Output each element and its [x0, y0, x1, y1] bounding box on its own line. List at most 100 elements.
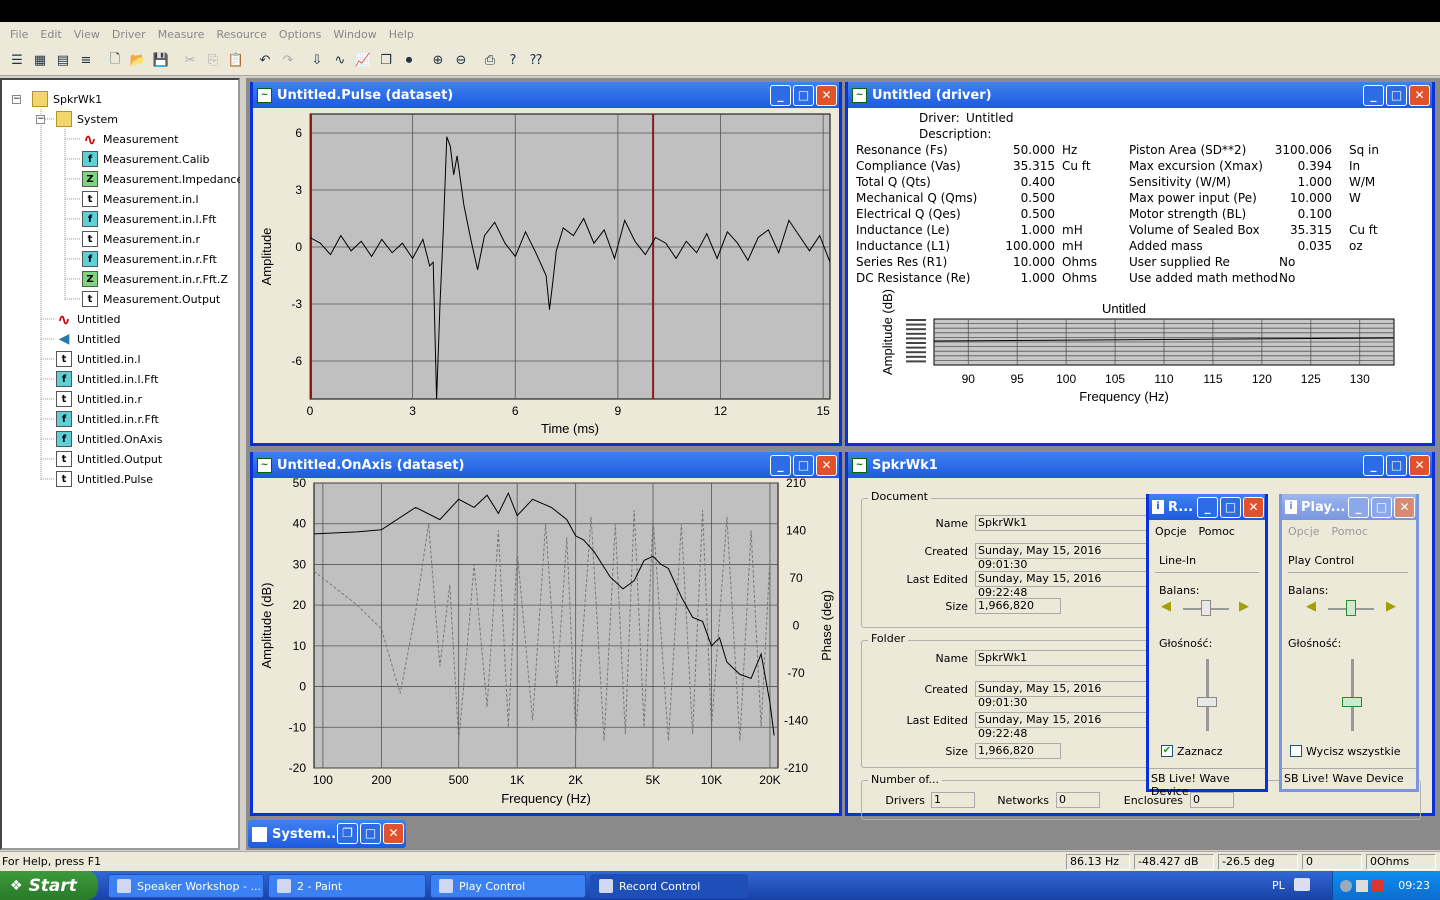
- undo-icon[interactable]: ↶: [254, 50, 276, 72]
- tree-item[interactable]: t Measurement.in.r: [82, 230, 200, 248]
- maximize-button[interactable]: □: [793, 85, 814, 106]
- play-control-titlebar[interactable]: i Play... _ □ ✕: [1282, 494, 1416, 520]
- menu-options[interactable]: Options: [273, 28, 327, 41]
- tree-item[interactable]: t Measurement.in.l: [82, 190, 199, 208]
- tree-view-icon[interactable]: ☰: [6, 50, 28, 72]
- tray-network-icon[interactable]: [1356, 879, 1369, 892]
- onaxis-chart[interactable]: 100 200 500 1K 2K 5K 10K 20K50403020100-10-2021…: [253, 476, 839, 813]
- doc-modified-field[interactable]: Sunday, May 15, 2016 09:22:48: [975, 571, 1155, 599]
- record-icon[interactable]: ⏺: [398, 50, 420, 72]
- play-control-window[interactable]: i Play... _ □ ✕ Opcje Pomoc Play Control…: [1279, 494, 1419, 792]
- zoom-in-icon[interactable]: ⊕: [427, 50, 449, 72]
- tree-item[interactable]: f Untitled.OnAxis: [56, 430, 162, 448]
- maximize-button[interactable]: □: [1220, 497, 1241, 518]
- list-view-icon[interactable]: ≡: [75, 50, 97, 72]
- menu-opcje[interactable]: Opcje: [1155, 525, 1187, 538]
- tree-item[interactable]: f Measurement.in.r.Fft: [82, 250, 217, 268]
- multi-window-icon[interactable]: ❐: [375, 50, 397, 72]
- minimize-button[interactable]: _: [1363, 85, 1384, 106]
- doc-name-field[interactable]: SpkrWk1: [975, 515, 1155, 531]
- tray-app-icon[interactable]: [1340, 879, 1353, 892]
- tree-item[interactable]: t Untitled.Output: [56, 450, 162, 468]
- minimize-button[interactable]: _: [1197, 497, 1218, 518]
- task-record-control[interactable]: Record Control: [590, 874, 748, 898]
- paste-icon[interactable]: 📋: [225, 50, 247, 72]
- keyboard-icon[interactable]: [1294, 878, 1310, 891]
- tree-item[interactable]: Z Measurement.Impedance: [82, 170, 243, 188]
- tree-item[interactable]: Z Measurement.in.r.Fft.Z: [82, 270, 228, 288]
- zoom-out-icon[interactable]: ⊖: [450, 50, 472, 72]
- driver-window[interactable]: ~ Untitled (driver) _ □ ✕ Driver: Untitl…: [845, 82, 1435, 446]
- volume-slider[interactable]: [1197, 697, 1217, 708]
- doc-created-field[interactable]: Sunday, May 15, 2016 09:01:30: [975, 543, 1155, 571]
- tree-item[interactable]: f Untitled.in.r.Fft: [56, 410, 159, 428]
- redo-icon[interactable]: ↷: [277, 50, 299, 72]
- minimized-system-window[interactable]: System... ❐ □ ✕: [248, 820, 406, 848]
- start-button[interactable]: ❖ Start: [0, 871, 98, 900]
- record-control-titlebar[interactable]: i R... _ □ ✕: [1149, 494, 1265, 520]
- open-folder-icon[interactable]: 📂: [127, 50, 149, 72]
- driver-window-titlebar[interactable]: ~ Untitled (driver) _ □ ✕: [848, 82, 1432, 108]
- cut-icon[interactable]: ✂: [179, 50, 201, 72]
- tree-item[interactable]: ∿ Untitled: [56, 310, 120, 329]
- maximize-button[interactable]: □: [1386, 455, 1407, 476]
- minimize-button[interactable]: _: [770, 455, 791, 476]
- menu-window[interactable]: Window: [327, 28, 382, 41]
- minimize-button[interactable]: _: [1363, 455, 1384, 476]
- pulse-window-titlebar[interactable]: ~ Untitled.Pulse (dataset) _ □ ✕: [253, 82, 839, 108]
- document-tree[interactable]: − SpkrWk1− System ∿ Measurement f Measurement.…: [0, 78, 243, 850]
- import-icon[interactable]: ⇩: [306, 50, 328, 72]
- pulse-chart[interactable]: 0 3 6 9 12 15 6 3 0 -3 -6 Time (ms) Amplitude: [253, 108, 839, 443]
- tree-splitter[interactable]: [240, 78, 246, 850]
- task-speaker-workshop[interactable]: Speaker Workshop - ...: [108, 874, 264, 898]
- enclosures-field[interactable]: 0: [1190, 792, 1234, 808]
- root-expander[interactable]: −: [12, 95, 21, 104]
- table-view-icon[interactable]: ▤: [52, 50, 74, 72]
- tree-root-spkrwk1[interactable]: SpkrWk1: [32, 90, 102, 108]
- maximize-button[interactable]: □: [793, 455, 814, 476]
- save-icon[interactable]: 💾: [150, 50, 172, 72]
- tree-item[interactable]: f Untitled.in.l.Fft: [56, 370, 158, 388]
- menu-pomoc[interactable]: Pomoc: [1332, 525, 1368, 538]
- minimize-button[interactable]: _: [1348, 497, 1369, 518]
- properties-window-titlebar[interactable]: ~ SpkrWk1 _ □ ✕: [848, 452, 1432, 478]
- menu-resource[interactable]: Resource: [210, 28, 272, 41]
- tree-item[interactable]: t Untitled.in.l: [56, 350, 141, 368]
- close-button[interactable]: ✕: [1409, 455, 1430, 476]
- tree-item[interactable]: t Untitled.in.r: [56, 390, 142, 408]
- doc-size-field[interactable]: 1,966,820: [975, 598, 1061, 614]
- menu-file[interactable]: File: [4, 28, 34, 41]
- onaxis-window[interactable]: ~ Untitled.OnAxis (dataset) _ □ ✕ 100 200…: [250, 452, 842, 816]
- restore-button[interactable]: ❐: [337, 823, 358, 844]
- maximize-button[interactable]: □: [1371, 497, 1392, 518]
- menu-view[interactable]: View: [68, 28, 106, 41]
- folder-modified-field[interactable]: Sunday, May 15, 2016 09:22:48: [975, 712, 1155, 740]
- onaxis-window-titlebar[interactable]: ~ Untitled.OnAxis (dataset) _ □ ✕: [253, 452, 839, 478]
- close-button[interactable]: ✕: [1243, 497, 1264, 518]
- system-expander[interactable]: −: [36, 115, 45, 124]
- record-control-window[interactable]: i R... _ □ ✕ Opcje Pomoc Line-In Balans:…: [1146, 494, 1268, 798]
- minimize-button[interactable]: _: [770, 85, 791, 106]
- driver-response-chart[interactable]: 90 95 100 105 110 115 120 125 130 Untitled Frequen…: [848, 288, 1432, 408]
- new-file-icon[interactable]: 🗋: [104, 50, 126, 72]
- chart-icon[interactable]: 📈: [352, 50, 374, 72]
- tree-item[interactable]: t Untitled.Pulse: [56, 470, 153, 488]
- context-help-icon[interactable]: ⁇: [525, 50, 547, 72]
- tree-item[interactable]: ◀ Untitled: [56, 330, 121, 348]
- language-indicator[interactable]: PL: [1272, 879, 1285, 892]
- maximize-button[interactable]: □: [1386, 85, 1407, 106]
- maximize-button[interactable]: □: [360, 823, 381, 844]
- select-checkbox[interactable]: ✔: [1161, 745, 1173, 757]
- volume-slider[interactable]: [1342, 697, 1362, 708]
- task-play-control[interactable]: Play Control: [430, 874, 586, 898]
- folder-size-field[interactable]: 1,966,820: [975, 743, 1061, 759]
- menu-measure[interactable]: Measure: [152, 28, 211, 41]
- menu-opcje[interactable]: Opcje: [1288, 525, 1320, 538]
- close-button[interactable]: ✕: [383, 823, 404, 844]
- close-button[interactable]: ✕: [816, 455, 837, 476]
- close-button[interactable]: ✕: [1409, 85, 1430, 106]
- balance-slider[interactable]: [1201, 600, 1211, 616]
- close-button[interactable]: ✕: [816, 85, 837, 106]
- close-button[interactable]: ✕: [1394, 497, 1415, 518]
- balance-slider[interactable]: [1346, 600, 1356, 616]
